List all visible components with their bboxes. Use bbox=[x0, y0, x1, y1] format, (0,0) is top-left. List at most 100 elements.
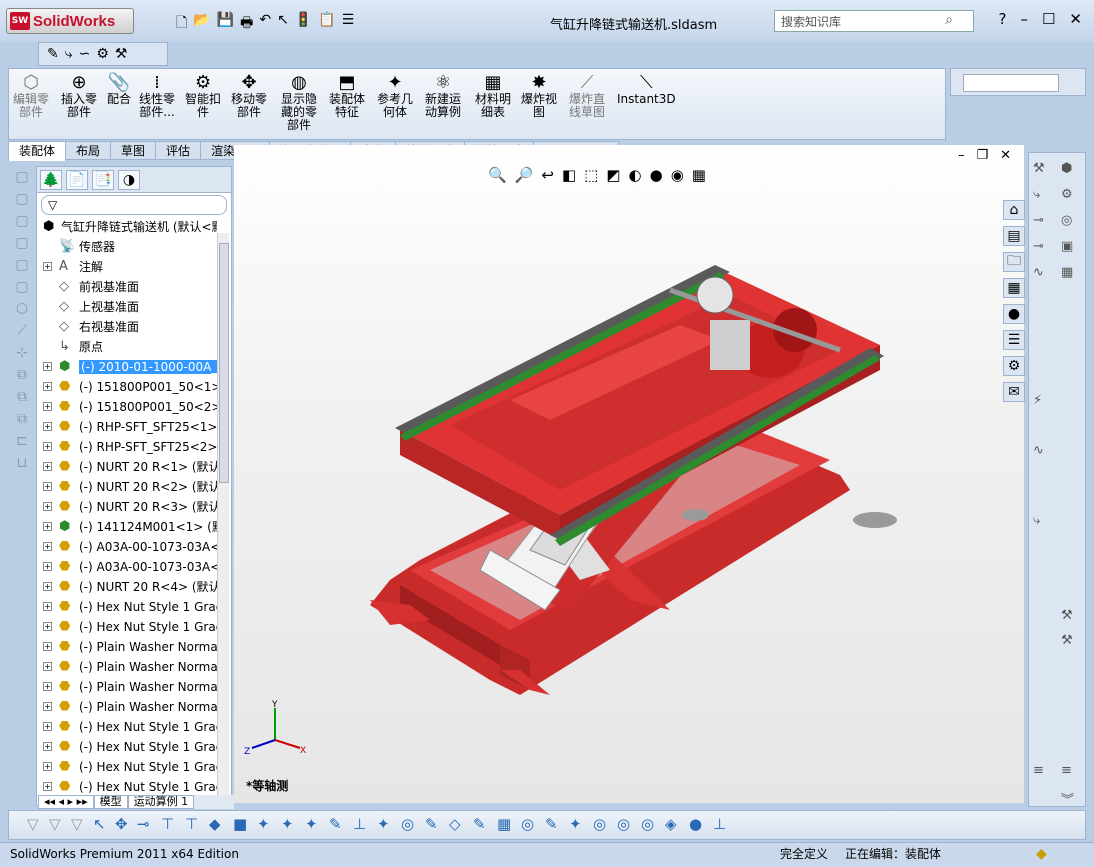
tool-icon[interactable]: ⚒ bbox=[1061, 608, 1073, 623]
expand-icon[interactable]: + bbox=[43, 442, 52, 451]
undo-icon[interactable]: ↶ bbox=[259, 12, 271, 36]
appearances-icon[interactable]: ● bbox=[1003, 304, 1025, 324]
box-icon[interactable]: ▢ bbox=[15, 257, 28, 273]
solidworks-logo[interactable]: SW SolidWorks bbox=[6, 8, 134, 34]
expand-icon[interactable]: + bbox=[43, 362, 52, 371]
config-select[interactable] bbox=[963, 74, 1059, 92]
expand-down-icon[interactable]: ︾ bbox=[1061, 789, 1074, 808]
motion-study-tab[interactable]: 运动算例 1 bbox=[127, 795, 195, 809]
selection-filter-icon[interactable]: ✦ bbox=[305, 815, 318, 833]
tab[interactable]: 评估 bbox=[155, 141, 202, 160]
tree-item[interactable]: + ⬣ (-) Plain Washer Norma bbox=[41, 637, 217, 657]
search-input[interactable]: 搜索知识库 ⌕ bbox=[774, 10, 974, 32]
nut-icon[interactable]: ⬢ bbox=[1061, 161, 1072, 176]
expand-icon[interactable]: + bbox=[43, 542, 52, 551]
box-icon[interactable]: ▢ bbox=[15, 191, 28, 207]
expand-icon[interactable]: + bbox=[43, 642, 52, 651]
tree-item[interactable]: + ⬣ (-) NURT 20 R<4> (默认 bbox=[41, 577, 217, 597]
help-icon[interactable]: ? bbox=[999, 10, 1007, 28]
gear-icon[interactable]: ⚙ bbox=[1061, 187, 1073, 202]
cmd-button[interactable]: ⬡ 编辑零 部件 bbox=[13, 73, 49, 119]
cmd-button[interactable]: ⁞ 线性零 部件... bbox=[139, 73, 175, 119]
expand-icon[interactable]: + bbox=[43, 422, 52, 431]
tree-item[interactable]: ◇ 上视基准面 bbox=[41, 297, 217, 317]
tab[interactable]: 草图 bbox=[110, 141, 157, 160]
expand-icon[interactable]: + bbox=[43, 622, 52, 631]
selection-filter-icon[interactable]: ◎ bbox=[617, 815, 630, 833]
selection-filter-icon[interactable]: ⊤ bbox=[185, 815, 198, 833]
selection-filter-icon[interactable]: ◎ bbox=[593, 815, 606, 833]
dimension-icon[interactable]: ⊹ bbox=[16, 345, 28, 361]
selection-filter-icon[interactable]: ▽ bbox=[71, 815, 83, 833]
file-explorer-icon[interactable]: 🗀 bbox=[1003, 252, 1025, 272]
view-palette-icon[interactable]: ▦ bbox=[1003, 278, 1025, 298]
selection-filter-icon[interactable]: ⊥ bbox=[353, 815, 366, 833]
cmd-button[interactable]: ⊕ 插入零 部件 bbox=[61, 73, 97, 119]
tree-item[interactable]: ◇ 右视基准面 bbox=[41, 317, 217, 337]
expand-icon[interactable]: + bbox=[43, 602, 52, 611]
close-icon[interactable]: ✕ bbox=[1069, 10, 1082, 28]
selection-filter-icon[interactable]: ⊸ bbox=[137, 815, 150, 833]
design-library-icon[interactable]: ▤ bbox=[1003, 226, 1025, 246]
previous-view-icon[interactable]: ↩ bbox=[541, 166, 554, 184]
pattern-icon[interactable]: ⧉ bbox=[17, 389, 27, 405]
tree-item[interactable]: + ⬣ (-) Plain Washer Norma bbox=[41, 657, 217, 677]
selection-filter-icon[interactable]: ✦ bbox=[257, 815, 270, 833]
expand-icon[interactable]: + bbox=[43, 782, 52, 791]
quick-tips-icon[interactable]: ◆ bbox=[1036, 843, 1047, 865]
expand-icon[interactable]: + bbox=[43, 502, 52, 511]
minimize-icon[interactable]: – bbox=[1020, 10, 1028, 28]
solidworks-resources-icon[interactable]: ⚙ bbox=[1003, 356, 1025, 376]
cmd-button[interactable]: 📎 配合 bbox=[107, 73, 131, 106]
selection-filter-icon[interactable]: ✎ bbox=[545, 815, 558, 833]
tree-item[interactable]: + ⬣ (-) Hex Nut Style 1 Grad bbox=[41, 617, 217, 637]
selection-filter-icon[interactable]: ✦ bbox=[281, 815, 294, 833]
path-icon[interactable]: ∽ bbox=[79, 46, 91, 62]
spring-icon[interactable]: ◎ bbox=[1061, 213, 1072, 228]
route-icon[interactable]: ⤷ bbox=[1033, 513, 1040, 528]
vp-close-icon[interactable]: ✕ bbox=[1000, 148, 1011, 163]
selection-filter-icon[interactable]: ▦ bbox=[497, 815, 511, 833]
selection-filter-icon[interactable]: ✎ bbox=[473, 815, 486, 833]
selection-filter-icon[interactable]: ◎ bbox=[401, 815, 414, 833]
feature-tree-tab-icon[interactable]: 🌲 bbox=[40, 170, 62, 190]
cmd-button[interactable]: ⚙ 智能扣 件 bbox=[185, 73, 221, 119]
new-file-icon[interactable]: 🗋 bbox=[176, 12, 187, 36]
selection-filter-icon[interactable]: ↖ bbox=[93, 815, 106, 833]
tree-scrollbar[interactable] bbox=[217, 233, 229, 803]
expand-icon[interactable]: + bbox=[43, 702, 52, 711]
fastener-icon[interactable]: ⚒ bbox=[1033, 161, 1045, 176]
selection-filter-icon[interactable]: ▽ bbox=[49, 815, 61, 833]
cmd-button[interactable]: ⟍ Instant3D bbox=[617, 73, 676, 106]
selection-filter-icon[interactable]: ✦ bbox=[569, 815, 582, 833]
selection-filter-icon[interactable]: ✥ bbox=[115, 815, 128, 833]
box-icon[interactable]: ▢ bbox=[15, 213, 28, 229]
tree-scroll-thumb[interactable] bbox=[219, 243, 229, 483]
selection-filter-icon[interactable]: ◈ bbox=[665, 815, 677, 833]
expand-icon[interactable]: + bbox=[43, 382, 52, 391]
tree-item[interactable]: + ⬣ (-) RHP-SFT_SFT25<2> ( bbox=[41, 437, 217, 457]
tree-item[interactable]: + ⬣ (-) Hex Nut Style 1 Grad bbox=[41, 717, 217, 737]
tab[interactable]: 装配体 bbox=[8, 141, 67, 161]
selection-filter-icon[interactable]: ◎ bbox=[641, 815, 654, 833]
selection-filter-icon[interactable]: ✦ bbox=[377, 815, 390, 833]
cmd-button[interactable]: ⚛ 新建运 动算例 bbox=[425, 73, 461, 119]
pattern-icon[interactable]: ⧉ bbox=[17, 411, 27, 427]
selection-filter-icon[interactable]: ◎ bbox=[521, 815, 534, 833]
tree-item[interactable]: + ⬢ (-) 2010-01-1000-00A_IT bbox=[41, 357, 217, 377]
select-icon[interactable]: ↖ bbox=[277, 12, 289, 36]
display-manager-tab-icon[interactable]: ◑ bbox=[118, 170, 140, 190]
selection-filter-icon[interactable]: ▽ bbox=[27, 815, 39, 833]
route-icon[interactable]: ⤷ bbox=[65, 46, 73, 62]
tree-root[interactable]: ⬢ 气缸升降链式输送机 (默认<默 bbox=[41, 217, 217, 237]
pipe-icon[interactable]: ∿ bbox=[1033, 443, 1044, 458]
box-icon[interactable]: ▢ bbox=[15, 235, 28, 251]
expand-icon[interactable]: + bbox=[43, 262, 52, 271]
selection-filter-icon[interactable]: ◆ bbox=[209, 815, 221, 833]
cmd-button[interactable]: ▦ 材料明 细表 bbox=[475, 73, 511, 119]
tree-item[interactable]: + ⬣ (-) 151800P001_50<1> (默 bbox=[41, 377, 217, 397]
configuration-manager-tab-icon[interactable]: 📑 bbox=[92, 170, 114, 190]
zoom-area-icon[interactable]: 🔎 bbox=[515, 166, 534, 184]
pattern-icon[interactable]: ⧉ bbox=[17, 367, 27, 383]
custom-properties-icon[interactable]: ☰ bbox=[1003, 330, 1025, 350]
